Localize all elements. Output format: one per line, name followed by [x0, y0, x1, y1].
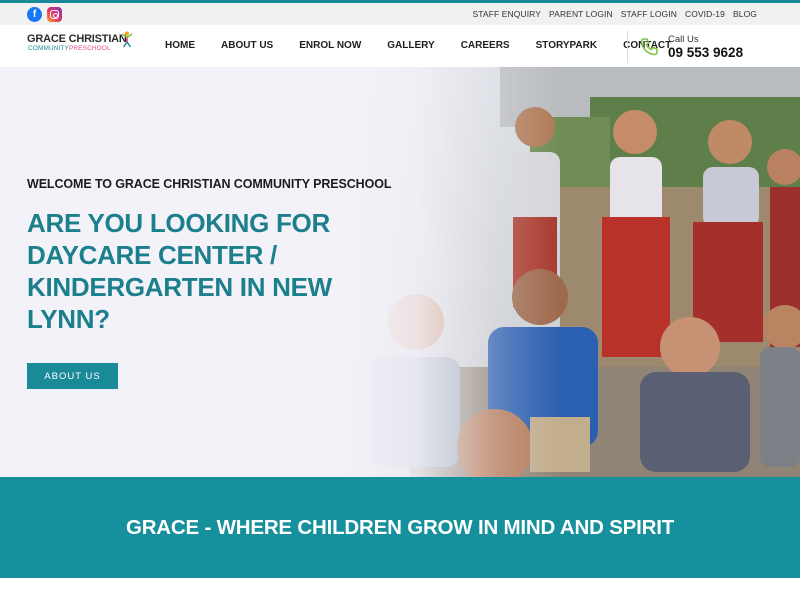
child-figure-icon [121, 31, 133, 48]
nav-careers[interactable]: CAREERS [461, 40, 510, 51]
logo-text-preschool: PRESCHOOL [68, 45, 111, 52]
call-label: Call Us [668, 33, 699, 45]
bottom-strip [0, 578, 800, 600]
nav-enrol-now[interactable]: ENROL NOW [299, 40, 361, 51]
top-link-covid-19[interactable]: COVID-19 [685, 9, 725, 19]
top-link-parent-login[interactable]: PARENT LOGIN [549, 9, 613, 19]
hero-welcome-text: WELCOME TO GRACE CHRISTIAN COMMUNITY PRE… [27, 177, 392, 191]
call-us-block[interactable]: Call Us 09 553 9628 [627, 31, 743, 63]
hero-section: WELCOME TO GRACE CHRISTIAN COMMUNITY PRE… [0, 67, 800, 477]
top-bar: f STAFF ENQUIRY PARENT LOGIN STAFF LOGIN… [0, 0, 800, 25]
top-link-staff-login[interactable]: STAFF LOGIN [621, 9, 677, 19]
nav-home[interactable]: HOME [165, 40, 195, 51]
main-nav: HOME ABOUT US ENROL NOW GALLERY CAREERS … [165, 40, 671, 51]
social-links: f [27, 7, 62, 22]
top-link-blog[interactable]: BLOG [733, 9, 757, 19]
nav-gallery[interactable]: GALLERY [387, 40, 434, 51]
hero-headline: ARE YOU LOOKING FOR DAYCARE CENTER / KIN… [27, 208, 332, 334]
site-logo[interactable]: GRACE CHRISTIAN COMMUNITYPRESCHOOL [27, 31, 137, 61]
tagline-text: GRACE - WHERE CHILDREN GROW IN MIND AND … [125, 515, 675, 539]
nav-storypark[interactable]: STORYPARK [536, 40, 598, 51]
nav-about-us[interactable]: ABOUT US [221, 40, 273, 51]
logo-text-community: COMMUNITY [28, 45, 69, 52]
about-us-button[interactable]: ABOUT US [27, 363, 118, 389]
top-link-staff-enquiry[interactable]: STAFF ENQUIRY [473, 9, 542, 19]
top-links: STAFF ENQUIRY PARENT LOGIN STAFF LOGIN C… [473, 9, 758, 19]
call-number[interactable]: 09 553 9628 [668, 45, 743, 61]
call-text: Call Us 09 553 9628 [668, 34, 743, 61]
facebook-icon[interactable]: f [27, 7, 42, 22]
instagram-icon[interactable] [47, 7, 62, 22]
tagline-band: GRACE - WHERE CHILDREN GROW IN MIND AND … [0, 477, 800, 578]
phone-icon [640, 38, 658, 56]
site-header: GRACE CHRISTIAN COMMUNITYPRESCHOOL HOME … [0, 25, 800, 67]
